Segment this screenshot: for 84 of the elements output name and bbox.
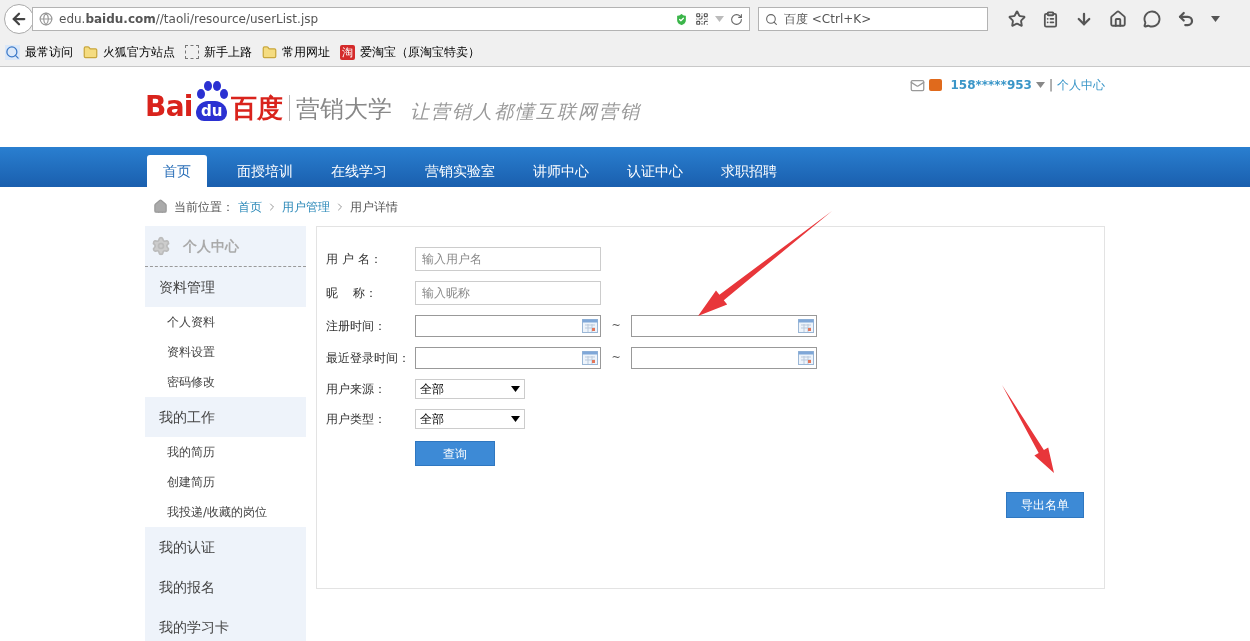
sidebar-item[interactable]: 我的简历 xyxy=(145,437,306,467)
caret-icon xyxy=(511,416,520,422)
sidebar-title: 个人中心 xyxy=(183,236,239,256)
sidebar-item[interactable]: 资料设置 xyxy=(145,337,306,367)
caret-icon xyxy=(715,16,724,22)
bookmark-item[interactable]: 淘 爱淘宝（原淘宝特卖） xyxy=(340,43,480,61)
reload-icon[interactable] xyxy=(730,12,743,26)
field-label: 昵 称： xyxy=(326,285,379,302)
sidebar-item[interactable]: 我投递/收藏的岗位 xyxy=(145,497,306,527)
sidebar-item[interactable]: 个人资料 xyxy=(145,307,306,337)
calendar-icon[interactable] xyxy=(798,319,814,333)
blank-page-icon xyxy=(185,45,199,59)
breadcrumb-label: 当前位置： xyxy=(174,198,234,216)
breadcrumb-current: 用户详情 xyxy=(350,198,398,216)
dropdown[interactable]: 全部 xyxy=(415,409,525,429)
caret-icon xyxy=(1035,82,1045,88)
separator-text: | xyxy=(1048,77,1053,94)
chat-icon[interactable] xyxy=(1143,10,1161,28)
query-button[interactable]: 查询 xyxy=(415,441,495,466)
back-button[interactable] xyxy=(4,4,34,34)
undo-icon[interactable] xyxy=(1177,10,1195,28)
bookmark-item[interactable]: 最常访问 xyxy=(5,43,73,61)
text-field[interactable]: 输入昵称 xyxy=(415,281,601,305)
gear-icon xyxy=(151,236,171,256)
sidebar-group[interactable]: 资料管理 xyxy=(145,267,306,307)
field-label: 最近登录时间： xyxy=(326,350,411,367)
sidebar-group[interactable]: 我的报名 xyxy=(145,567,306,607)
logo[interactable]: Bai du 百度 营销大学 xyxy=(145,81,392,121)
shield-icon xyxy=(674,11,689,27)
text-field[interactable]: 输入用户名 xyxy=(415,247,601,271)
field-label: 用户类型： xyxy=(326,411,387,428)
nav-tab[interactable]: 在线学习 xyxy=(315,155,403,187)
calendar-icon[interactable] xyxy=(582,319,598,333)
breadcrumb-link[interactable]: 用户管理 xyxy=(282,197,330,216)
slogan: 让营销人都懂互联网营销 xyxy=(409,102,641,121)
reader-icon[interactable] xyxy=(1042,10,1059,28)
nav-tab[interactable]: 面授培训 xyxy=(221,155,309,187)
search-input[interactable]: 百度 <Ctrl+K> xyxy=(784,10,981,28)
dropdown[interactable]: 全部 xyxy=(415,379,525,399)
home-icon[interactable] xyxy=(1109,10,1127,28)
bookmark-star-icon[interactable] xyxy=(1008,10,1026,28)
folder-icon xyxy=(83,44,98,60)
date-field[interactable] xyxy=(631,315,817,337)
url-text: edu.baidu.com//taoli/resource/userList.jsp xyxy=(59,11,320,28)
sidebar-group[interactable]: 我的认证 xyxy=(145,527,306,567)
field-label: 用户来源： xyxy=(326,381,387,398)
personal-center-link[interactable]: 个人中心 xyxy=(1057,76,1105,94)
notice-icon[interactable] xyxy=(929,79,943,91)
sidebar-group[interactable]: 我的学习卡 xyxy=(145,607,306,641)
range-separator: ~ xyxy=(610,317,622,334)
folder-icon xyxy=(262,44,277,60)
globe-icon xyxy=(39,12,53,26)
nav-tab[interactable]: 认证中心 xyxy=(611,155,699,187)
nav-tab[interactable]: 讲师中心 xyxy=(517,155,605,187)
mail-icon[interactable] xyxy=(910,77,926,93)
caret-icon xyxy=(1211,16,1220,22)
search-field[interactable]: 百度 <Ctrl+K> xyxy=(758,7,988,31)
breadcrumb-link[interactable]: 首页 xyxy=(238,197,262,216)
field-label: 注册时间： xyxy=(326,318,387,335)
nav-tab[interactable]: 求职招聘 xyxy=(705,155,793,187)
range-separator: ~ xyxy=(610,349,622,366)
export-button[interactable]: 导出名单 xyxy=(1006,492,1084,518)
qr-code-icon[interactable] xyxy=(695,12,709,26)
field-label: 用 户 名： xyxy=(326,251,383,268)
address-bar[interactable]: edu.baidu.com//taoli/resource/userList.jsp xyxy=(32,7,750,31)
date-field[interactable] xyxy=(631,347,817,369)
caret-icon xyxy=(511,386,520,392)
search-page-icon xyxy=(5,44,20,60)
bookmark-item[interactable]: 火狐官方站点 xyxy=(83,43,175,61)
sidebar-group[interactable]: 我的工作 xyxy=(145,397,306,437)
date-field[interactable] xyxy=(415,315,601,337)
home-icon xyxy=(153,199,168,214)
shop-badge: 淘 xyxy=(340,44,355,60)
nav-tab[interactable]: 营销实验室 xyxy=(409,155,511,187)
sidebar-item[interactable]: 创建简历 xyxy=(145,467,306,497)
date-field[interactable] xyxy=(415,347,601,369)
calendar-icon[interactable] xyxy=(798,351,814,365)
nav-tab[interactable]: 首页 xyxy=(147,155,207,187)
bookmark-item[interactable]: 常用网址 xyxy=(262,43,330,61)
bookmark-item[interactable]: 新手上路 xyxy=(185,43,252,61)
calendar-icon[interactable] xyxy=(582,351,598,365)
download-icon[interactable] xyxy=(1075,10,1093,28)
search-icon xyxy=(765,12,778,26)
sidebar-item[interactable]: 密码修改 xyxy=(145,367,306,397)
